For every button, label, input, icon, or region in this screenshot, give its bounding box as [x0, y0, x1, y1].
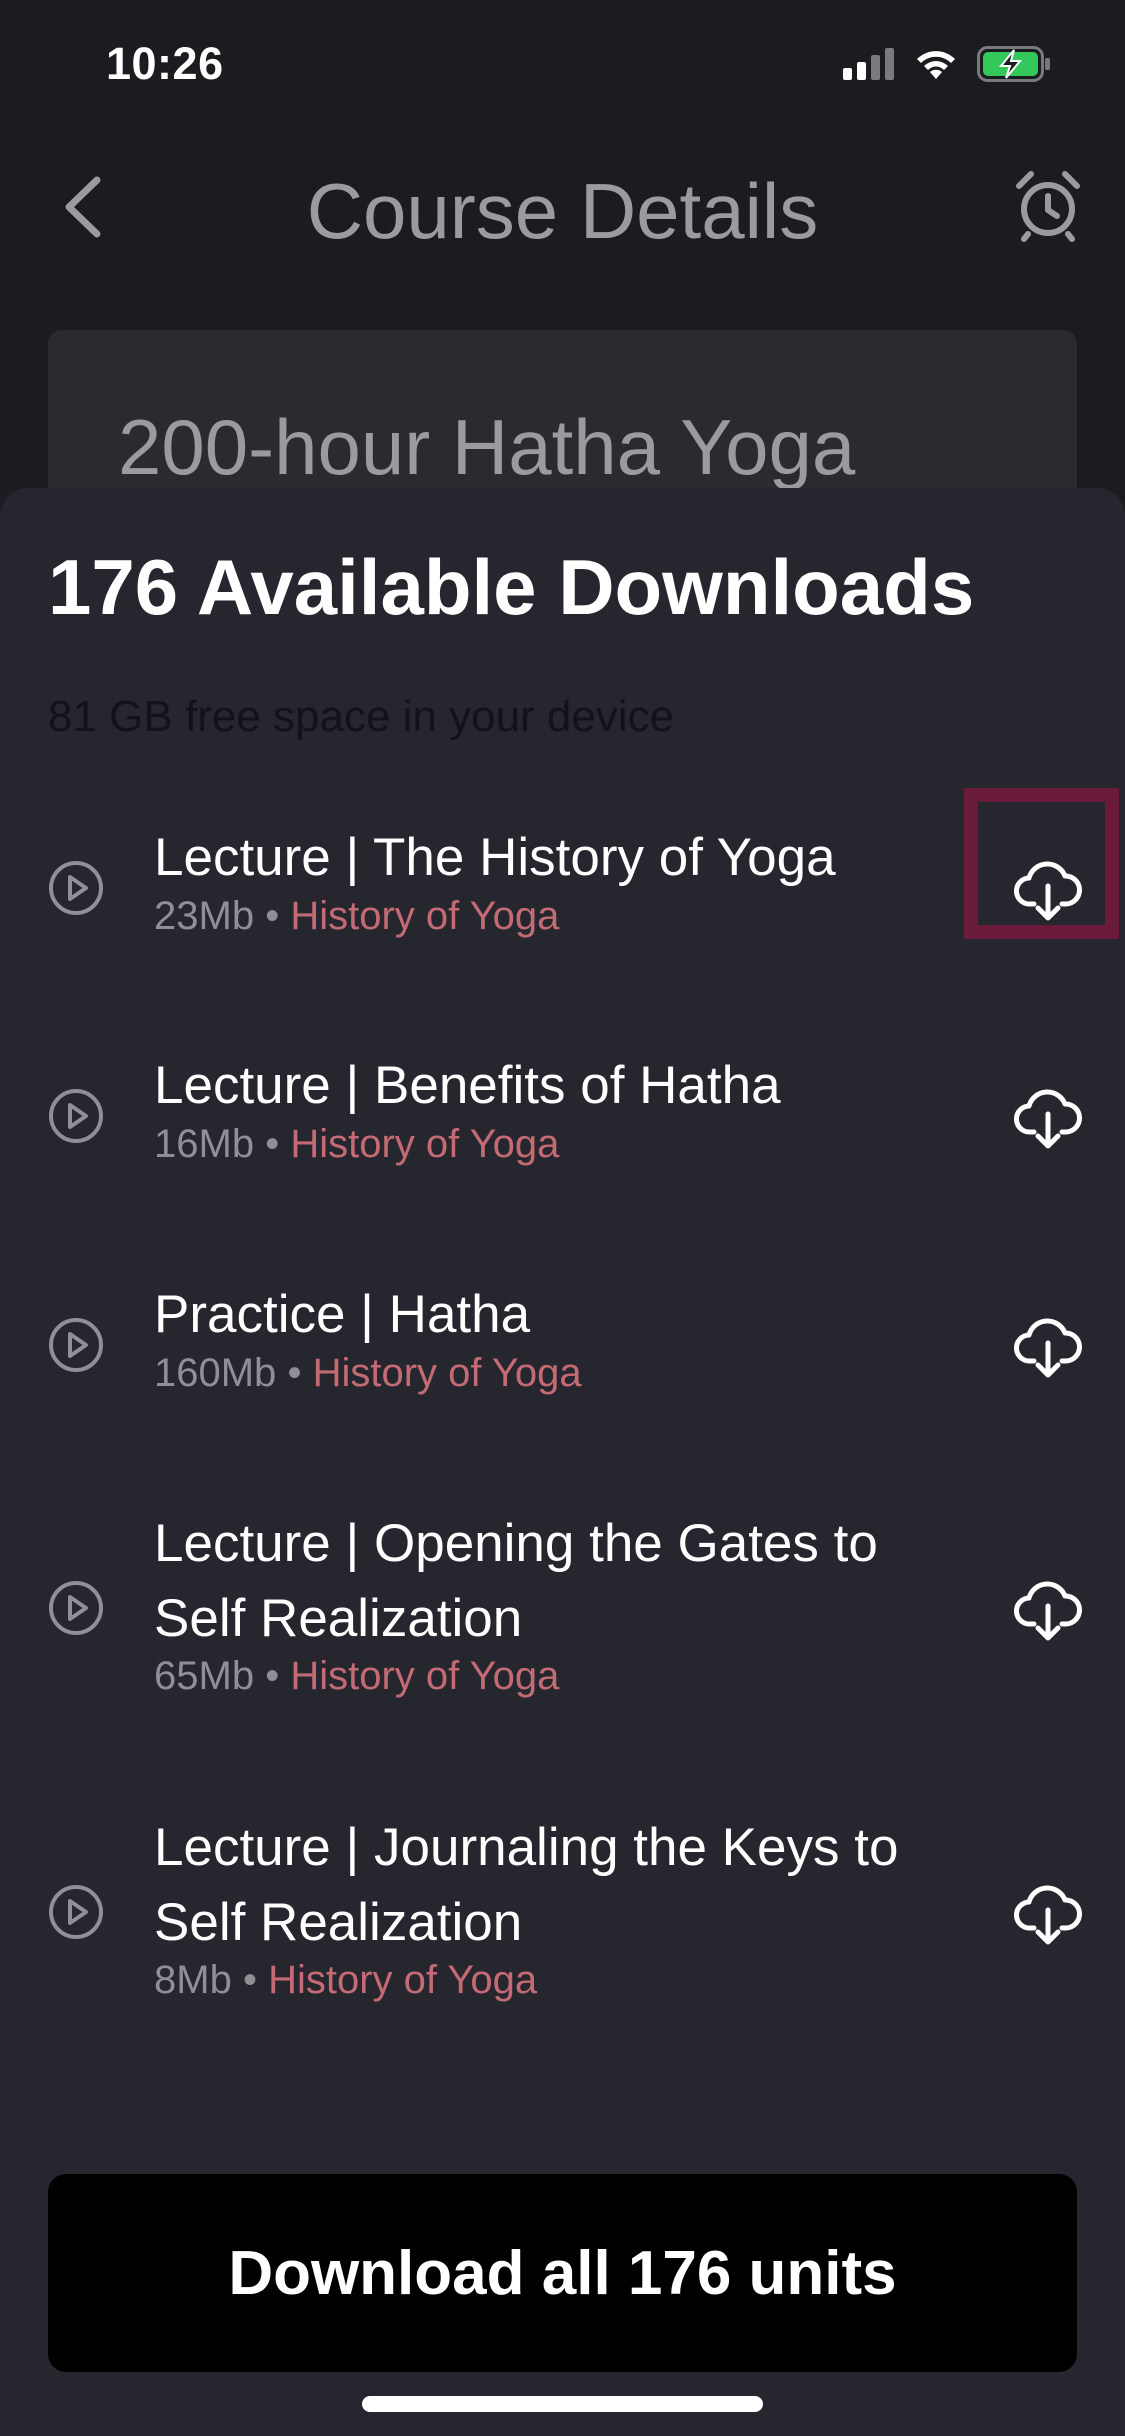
meta-separator: •: [265, 1654, 280, 1698]
item-title: Lecture | Journaling the Keys to Self Re…: [154, 1818, 899, 1952]
download-item[interactable]: Lecture | Opening the Gates to Self Real…: [0, 1494, 1125, 1724]
meta-separator: •: [242, 1958, 257, 2002]
free-space-text: 81 GB free space in your device: [48, 692, 675, 741]
item-meta: 160Mb • History of Yoga: [154, 1351, 582, 1396]
cloud-download-icon: [1014, 1581, 1082, 1641]
page-title: Course Details: [306, 167, 819, 255]
meta-separator: •: [265, 1122, 280, 1166]
play-circle-icon: [49, 1581, 103, 1635]
status-time: 10:26: [106, 38, 224, 89]
download-item[interactable]: Lecture | Benefits of Hatha 16Mb • Histo…: [0, 1036, 1125, 1186]
sheet-title: 176 Available Downloads: [48, 543, 975, 631]
item-meta: 65Mb • History of Yoga: [154, 1654, 559, 1699]
download-button[interactable]: [1012, 1311, 1084, 1383]
reminder-button[interactable]: [1013, 168, 1083, 243]
play-circle-icon: [49, 861, 103, 915]
item-title: Lecture | The History of Yoga: [154, 828, 836, 887]
download-item[interactable]: Practice | Hatha 160Mb • History of Yoga: [0, 1265, 1125, 1415]
item-title: Lecture | Opening the Gates to Self Real…: [154, 1514, 878, 1648]
cloud-download-icon: [1014, 1089, 1082, 1149]
cloud-download-icon: [1014, 1885, 1082, 1945]
item-category: History of Yoga: [290, 1654, 560, 1698]
download-button[interactable]: [1012, 1574, 1084, 1646]
item-size: 160Mb: [154, 1351, 277, 1395]
home-indicator: [362, 2396, 763, 2412]
course-title: 200-hour Hatha Yoga: [118, 403, 856, 491]
play-circle-icon: [49, 1318, 103, 1372]
downloads-sheet: 176 Available Downloads 81 GB free space…: [0, 488, 1125, 2436]
cellular-signal-icon: [843, 48, 894, 80]
play-circle-icon: [49, 1885, 103, 1939]
status-bar: 10:26: [0, 0, 1125, 130]
item-size: 23Mb: [154, 894, 255, 938]
item-size: 65Mb: [154, 1654, 255, 1698]
download-item[interactable]: Lecture | Journaling the Keys to Self Re…: [0, 1798, 1125, 2028]
status-icons: [843, 44, 1051, 84]
download-button[interactable]: [1012, 1878, 1084, 1950]
item-title: Lecture | Benefits of Hatha: [154, 1056, 781, 1115]
item-category: History of Yoga: [312, 1351, 582, 1395]
play-circle-icon: [49, 1089, 103, 1143]
highlight-box: [964, 788, 1119, 939]
battery-charging-icon: [977, 46, 1050, 82]
meta-separator: •: [287, 1351, 302, 1395]
item-title: Practice | Hatha: [154, 1285, 531, 1344]
cloud-download-icon: [1014, 1318, 1082, 1378]
alarm-clock-icon: [1016, 171, 1080, 242]
header: Course Details: [0, 150, 1125, 270]
item-category: History of Yoga: [268, 1958, 538, 2002]
download-item[interactable]: Lecture | The History of Yoga 23Mb • His…: [0, 808, 1125, 958]
item-meta: 16Mb • History of Yoga: [154, 1122, 559, 1167]
item-size: 16Mb: [154, 1122, 255, 1166]
download-all-button[interactable]: Download all 176 units: [48, 2174, 1077, 2372]
item-meta: 23Mb • History of Yoga: [154, 894, 559, 939]
wifi-icon: [917, 51, 955, 79]
item-category: History of Yoga: [290, 1122, 560, 1166]
download-button[interactable]: [1012, 1082, 1084, 1154]
item-meta: 8Mb • History of Yoga: [154, 1958, 537, 2003]
meta-separator: •: [265, 894, 280, 938]
item-category: History of Yoga: [290, 894, 560, 938]
item-size: 8Mb: [154, 1958, 232, 2002]
